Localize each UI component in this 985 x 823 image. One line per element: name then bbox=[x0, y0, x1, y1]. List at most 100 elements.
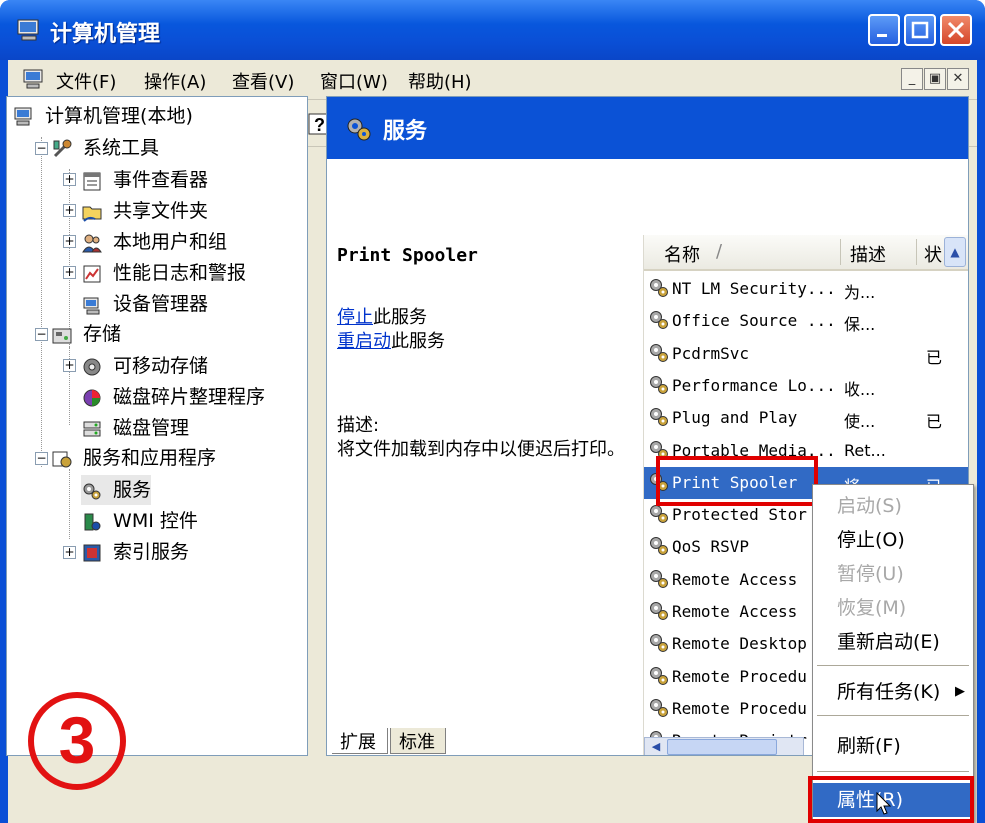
tree-item-root[interactable]: 计算机管理(本地) bbox=[13, 101, 193, 131]
menu-view[interactable]: 查看(V) bbox=[232, 68, 294, 94]
menu-help[interactable]: 帮助(H) bbox=[408, 68, 472, 94]
table-row[interactable]: Plug and Play 使... 已 bbox=[644, 402, 968, 434]
maximize-button[interactable] bbox=[904, 14, 936, 46]
service-description: Ret... bbox=[844, 440, 886, 460]
column-status[interactable]: 状 bbox=[924, 241, 942, 267]
selected-service-name: Print Spooler bbox=[337, 245, 478, 266]
services-header-title: 服务 bbox=[383, 119, 428, 144]
tree-item-defrag[interactable]: 磁盘碎片整理程序 bbox=[81, 382, 265, 412]
mdi-close-button[interactable]: ✕ bbox=[947, 68, 969, 90]
tree-item-shared-folders[interactable]: 共享文件夹 bbox=[81, 196, 208, 226]
expand-toggle[interactable]: + bbox=[63, 546, 76, 559]
table-row[interactable]: PcdrmSvc 已 bbox=[644, 338, 968, 370]
tree-item-system-tools[interactable]: 系统工具 bbox=[51, 133, 159, 163]
users-icon bbox=[82, 234, 102, 252]
tree-item-event-viewer[interactable]: 事件查看器 bbox=[81, 165, 208, 195]
expand-toggle[interactable]: + bbox=[63, 204, 76, 217]
close-button[interactable] bbox=[940, 14, 972, 46]
tree-item-wmi[interactable]: WMI 控件 bbox=[81, 506, 198, 536]
tree-line bbox=[69, 469, 70, 539]
services-apps-icon bbox=[52, 451, 72, 467]
stop-service-suffix: 此服务 bbox=[373, 307, 427, 328]
menu-file[interactable]: 文件(F) bbox=[56, 68, 116, 94]
maximize-icon bbox=[911, 21, 929, 39]
service-gear-icon bbox=[650, 408, 668, 427]
menu-window[interactable]: 窗口(W) bbox=[320, 68, 388, 94]
step-number-annotation: 3 bbox=[28, 692, 126, 790]
mouse-cursor-icon bbox=[876, 792, 892, 815]
expand-toggle[interactable]: + bbox=[63, 235, 76, 248]
tree-label: 索引服务 bbox=[113, 541, 190, 563]
device-manager-icon bbox=[83, 297, 100, 314]
mdi-minimize-button[interactable]: _ bbox=[901, 68, 923, 90]
collapse-toggle[interactable]: − bbox=[35, 328, 48, 341]
minimize-button[interactable] bbox=[868, 14, 900, 46]
tree-line bbox=[41, 137, 42, 467]
tree-item-device-manager[interactable]: 设备管理器 bbox=[81, 289, 208, 319]
event-viewer-icon bbox=[83, 172, 101, 190]
service-name: Remote Access bbox=[672, 602, 798, 621]
title-bar[interactable]: 计算机管理 bbox=[0, 0, 985, 60]
expand-toggle[interactable]: + bbox=[63, 359, 76, 372]
scroll-up-button[interactable]: ▲ bbox=[944, 237, 966, 267]
table-row[interactable]: Performance Lo... 收... bbox=[644, 370, 968, 402]
service-name: Protected Stor bbox=[672, 505, 807, 525]
mdi-restore-button[interactable]: ▣ bbox=[924, 68, 946, 90]
menu-separator bbox=[817, 665, 969, 667]
tab-standard[interactable]: 标准 bbox=[390, 728, 446, 754]
collapse-toggle[interactable]: − bbox=[35, 452, 48, 465]
menu-action[interactable]: 操作(A) bbox=[144, 68, 206, 94]
expand-toggle[interactable]: + bbox=[63, 266, 76, 279]
tree-item-storage[interactable]: 存储 bbox=[51, 319, 121, 349]
menu-bar: 文件(F) 操作(A) 查看(V) 窗口(W) 帮助(H) _ ▣ ✕ bbox=[8, 60, 977, 100]
print-spooler-highlight bbox=[656, 456, 818, 506]
minimize-icon bbox=[877, 34, 887, 37]
table-row[interactable]: NT LM Security... 为... bbox=[644, 273, 968, 305]
submenu-arrow-icon: ▶ bbox=[955, 684, 965, 699]
tree-item-perf-logs[interactable]: 性能日志和警报 bbox=[81, 258, 246, 288]
tree-item-services-apps[interactable]: 服务和应用程序 bbox=[51, 443, 216, 473]
scroll-thumb[interactable] bbox=[667, 739, 777, 755]
column-name[interactable]: 名称 bbox=[664, 241, 700, 267]
service-gear-icon bbox=[650, 505, 668, 524]
menu-item-restart[interactable]: 重新启动(E) bbox=[813, 625, 973, 659]
tree-item-services[interactable]: 服务 bbox=[81, 475, 152, 505]
column-divider[interactable] bbox=[916, 239, 917, 265]
column-description[interactable]: 描述 bbox=[850, 241, 886, 267]
description-text: 将文件加载到内存中以便迟后打印。 bbox=[337, 439, 625, 460]
expand-toggle[interactable]: + bbox=[63, 173, 76, 186]
service-status: 已 bbox=[926, 347, 943, 367]
tree-item-disk-management[interactable]: 磁盘管理 bbox=[81, 413, 189, 443]
service-name: Office Source ... bbox=[672, 311, 836, 331]
computer-icon[interactable] bbox=[22, 68, 46, 90]
service-gear-icon bbox=[650, 343, 668, 362]
menu-item-all-tasks[interactable]: 所有任务(K) ▶ bbox=[813, 675, 973, 709]
sort-indicator: / bbox=[716, 241, 723, 262]
service-name: QoS RSVP bbox=[672, 537, 750, 557]
column-divider[interactable] bbox=[840, 239, 841, 265]
tab-extended[interactable]: 扩展 bbox=[332, 728, 388, 754]
service-description: 保... bbox=[844, 315, 876, 335]
menu-item-stop[interactable]: 停止(O) bbox=[813, 523, 973, 557]
tree-item-removable-storage[interactable]: 可移动存储 bbox=[81, 351, 208, 381]
close-icon bbox=[947, 21, 965, 39]
console-tree-pane: 计算机管理(本地) − 系统工具 + 事件查看器 + 共享文件夹 + 本地用户和… bbox=[6, 96, 308, 756]
tools-icon bbox=[53, 139, 72, 157]
scroll-left-icon[interactable]: ◀ bbox=[647, 739, 665, 755]
stop-service-link[interactable]: 停止 bbox=[337, 307, 373, 328]
horizontal-scrollbar[interactable]: ◀ bbox=[644, 737, 804, 755]
tree-label: 磁盘碎片整理程序 bbox=[113, 386, 266, 408]
tree-label: 共享文件夹 bbox=[113, 200, 209, 222]
service-description: 使... bbox=[844, 412, 876, 432]
tree-item-local-users[interactable]: 本地用户和组 bbox=[81, 227, 227, 257]
restart-service-link[interactable]: 重启动 bbox=[337, 331, 391, 352]
tree-label: 可移动存储 bbox=[113, 355, 209, 377]
service-name: Remote Desktop bbox=[672, 634, 807, 654]
indexing-icon bbox=[83, 544, 101, 561]
collapse-toggle[interactable]: − bbox=[35, 142, 48, 155]
tree-item-indexing[interactable]: 索引服务 bbox=[81, 537, 189, 567]
service-name: Remote Procedu bbox=[672, 666, 807, 686]
menu-item-start: 启动(S) bbox=[837, 495, 902, 517]
table-row[interactable]: Office Source ... 保... bbox=[644, 305, 968, 337]
menu-item-refresh[interactable]: 刷新(F) bbox=[813, 729, 973, 763]
